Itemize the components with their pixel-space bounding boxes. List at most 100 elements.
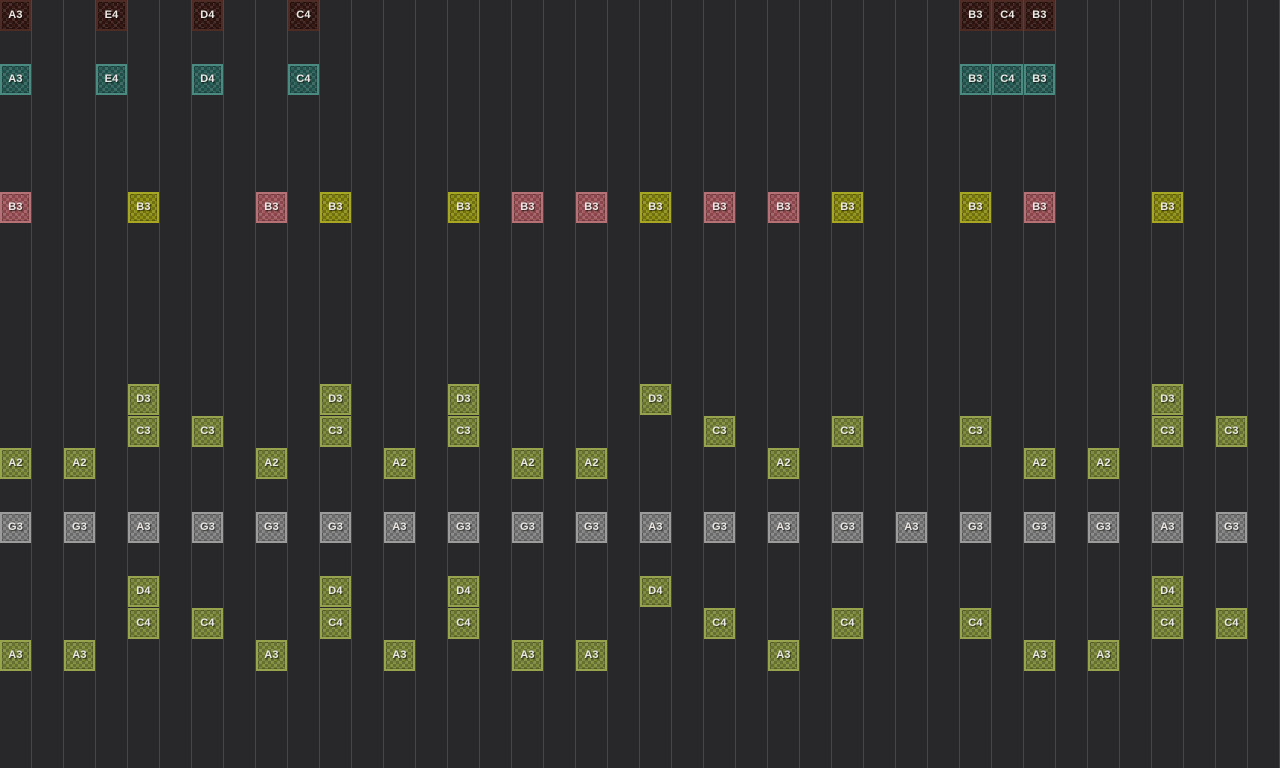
note-block-d3-green[interactable]: D3 <box>1152 384 1183 415</box>
note-block-a3-green[interactable]: A3 <box>1088 640 1119 671</box>
note-block-c3-green[interactable]: C3 <box>960 416 991 447</box>
note-block-g3-gray[interactable]: G3 <box>576 512 607 543</box>
note-label: C4 <box>1224 618 1238 629</box>
note-block-a3-green[interactable]: A3 <box>1024 640 1055 671</box>
note-block-d4-green[interactable]: D4 <box>128 576 159 607</box>
note-block-d3-green[interactable]: D3 <box>128 384 159 415</box>
note-block-c4-green[interactable]: C4 <box>192 608 223 639</box>
note-block-c3-green[interactable]: C3 <box>1216 416 1247 447</box>
note-block-a2-green[interactable]: A2 <box>64 448 95 479</box>
note-block-c3-green[interactable]: C3 <box>704 416 735 447</box>
note-label: D3 <box>1160 394 1174 405</box>
note-block-b3-yellow[interactable]: B3 <box>832 192 863 223</box>
note-block-g3-gray[interactable]: G3 <box>960 512 991 543</box>
note-block-d4-green[interactable]: D4 <box>448 576 479 607</box>
note-block-b3-yellow[interactable]: B3 <box>448 192 479 223</box>
note-block-a3-teal[interactable]: A3 <box>0 64 31 95</box>
note-block-c4-brown[interactable]: C4 <box>288 0 319 31</box>
note-block-g3-gray[interactable]: G3 <box>1024 512 1055 543</box>
note-block-a3-green[interactable]: A3 <box>0 640 31 671</box>
note-block-g3-gray[interactable]: G3 <box>704 512 735 543</box>
note-block-a2-green[interactable]: A2 <box>0 448 31 479</box>
note-block-g3-gray[interactable]: G3 <box>192 512 223 543</box>
note-block-a2-green[interactable]: A2 <box>576 448 607 479</box>
note-block-d4-green[interactable]: D4 <box>1152 576 1183 607</box>
note-block-b3-yellow[interactable]: B3 <box>1152 192 1183 223</box>
note-block-a3-green[interactable]: A3 <box>384 640 415 671</box>
note-block-e4-brown[interactable]: E4 <box>96 0 127 31</box>
note-label: C4 <box>712 618 726 629</box>
note-block-d3-green[interactable]: D3 <box>448 384 479 415</box>
note-block-c4-green[interactable]: C4 <box>960 608 991 639</box>
note-block-a3-gray[interactable]: A3 <box>768 512 799 543</box>
note-block-a3-green[interactable]: A3 <box>256 640 287 671</box>
note-block-a3-brown[interactable]: A3 <box>0 0 31 31</box>
note-block-a3-green[interactable]: A3 <box>576 640 607 671</box>
note-block-a3-gray[interactable]: A3 <box>896 512 927 543</box>
note-block-b3-brown[interactable]: B3 <box>960 0 991 31</box>
note-block-g3-gray[interactable]: G3 <box>448 512 479 543</box>
note-block-c4-green[interactable]: C4 <box>1216 608 1247 639</box>
note-block-c3-green[interactable]: C3 <box>192 416 223 447</box>
note-block-a3-green[interactable]: A3 <box>512 640 543 671</box>
note-block-c3-green[interactable]: C3 <box>448 416 479 447</box>
note-block-a3-green[interactable]: A3 <box>64 640 95 671</box>
note-block-c4-green[interactable]: C4 <box>320 608 351 639</box>
note-block-d3-green[interactable]: D3 <box>320 384 351 415</box>
note-block-c4-green[interactable]: C4 <box>1152 608 1183 639</box>
note-label: B3 <box>264 202 278 213</box>
note-label: A3 <box>584 650 598 661</box>
note-block-b3-teal[interactable]: B3 <box>960 64 991 95</box>
note-block-b3-yellow[interactable]: B3 <box>320 192 351 223</box>
note-block-b3-yellow[interactable]: B3 <box>128 192 159 223</box>
note-block-b3-brown[interactable]: B3 <box>1024 0 1055 31</box>
note-block-g3-gray[interactable]: G3 <box>832 512 863 543</box>
note-block-a3-gray[interactable]: A3 <box>640 512 671 543</box>
note-block-g3-gray[interactable]: G3 <box>1088 512 1119 543</box>
note-block-d4-green[interactable]: D4 <box>640 576 671 607</box>
note-block-g3-gray[interactable]: G3 <box>0 512 31 543</box>
note-block-c4-green[interactable]: C4 <box>832 608 863 639</box>
note-block-g3-gray[interactable]: G3 <box>1216 512 1247 543</box>
note-block-c4-green[interactable]: C4 <box>448 608 479 639</box>
note-block-a2-green[interactable]: A2 <box>1088 448 1119 479</box>
note-block-a3-gray[interactable]: A3 <box>128 512 159 543</box>
note-block-d4-teal[interactable]: D4 <box>192 64 223 95</box>
note-block-a3-green[interactable]: A3 <box>768 640 799 671</box>
note-block-g3-gray[interactable]: G3 <box>64 512 95 543</box>
note-block-b3-teal[interactable]: B3 <box>1024 64 1055 95</box>
note-block-e4-teal[interactable]: E4 <box>96 64 127 95</box>
note-block-b3-rose[interactable]: B3 <box>0 192 31 223</box>
note-block-c3-green[interactable]: C3 <box>1152 416 1183 447</box>
note-block-a3-gray[interactable]: A3 <box>1152 512 1183 543</box>
note-block-b3-rose[interactable]: B3 <box>576 192 607 223</box>
note-block-b3-yellow[interactable]: B3 <box>960 192 991 223</box>
note-block-b3-rose[interactable]: B3 <box>1024 192 1055 223</box>
note-block-c4-green[interactable]: C4 <box>128 608 159 639</box>
note-block-c3-green[interactable]: C3 <box>832 416 863 447</box>
note-block-c3-green[interactable]: C3 <box>320 416 351 447</box>
note-block-a2-green[interactable]: A2 <box>1024 448 1055 479</box>
note-block-d3-green[interactable]: D3 <box>640 384 671 415</box>
note-grid[interactable]: A3E4D4C4B3C4B3A3E4D4C4B3C4B3B3B3B3B3B3B3… <box>0 0 1280 768</box>
note-block-c3-green[interactable]: C3 <box>128 416 159 447</box>
note-block-a2-green[interactable]: A2 <box>768 448 799 479</box>
note-block-a2-green[interactable]: A2 <box>256 448 287 479</box>
note-block-b3-rose[interactable]: B3 <box>256 192 287 223</box>
note-block-g3-gray[interactable]: G3 <box>256 512 287 543</box>
note-block-c4-green[interactable]: C4 <box>704 608 735 639</box>
note-block-g3-gray[interactable]: G3 <box>320 512 351 543</box>
note-block-g3-gray[interactable]: G3 <box>512 512 543 543</box>
note-block-c4-teal[interactable]: C4 <box>288 64 319 95</box>
note-block-d4-green[interactable]: D4 <box>320 576 351 607</box>
note-block-d4-brown[interactable]: D4 <box>192 0 223 31</box>
note-block-a3-gray[interactable]: A3 <box>384 512 415 543</box>
note-block-b3-yellow[interactable]: B3 <box>640 192 671 223</box>
note-block-a2-green[interactable]: A2 <box>384 448 415 479</box>
note-block-b3-rose[interactable]: B3 <box>704 192 735 223</box>
note-block-c4-teal[interactable]: C4 <box>992 64 1023 95</box>
note-block-c4-brown[interactable]: C4 <box>992 0 1023 31</box>
note-block-b3-rose[interactable]: B3 <box>512 192 543 223</box>
note-block-a2-green[interactable]: A2 <box>512 448 543 479</box>
note-block-b3-rose[interactable]: B3 <box>768 192 799 223</box>
